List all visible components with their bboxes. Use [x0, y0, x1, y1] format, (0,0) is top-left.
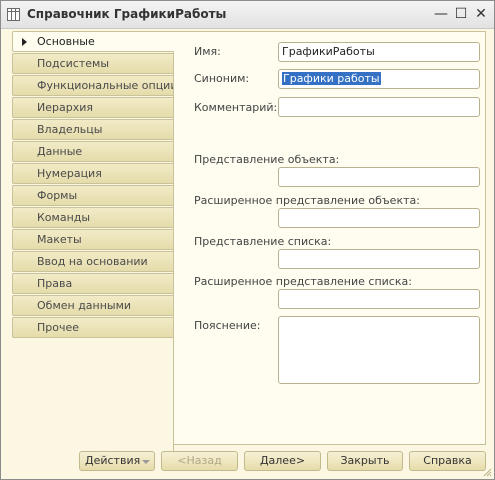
name-label: Имя: — [194, 45, 221, 58]
sidebar-item-main[interactable]: Основные — [12, 31, 175, 52]
title-bar[interactable]: Справочник ГрафикиРаботы — ☐ ✕ — [1, 1, 494, 29]
sidebar-item-label: Иерархия — [37, 101, 93, 114]
sidebar-item-subsystems[interactable]: Подсистемы — [12, 53, 174, 74]
sidebar-item-label: Ввод на основании — [37, 255, 148, 268]
explanation-label: Пояснение: — [194, 319, 261, 332]
sidebar-item-owners[interactable]: Владельцы — [12, 119, 174, 140]
close-button[interactable]: Закрыть — [327, 451, 403, 471]
list-repr-field[interactable] — [278, 249, 480, 269]
ext-object-repr-label: Расширенное представление объекта: — [194, 194, 420, 207]
chevron-down-icon — [142, 460, 150, 464]
sidebar-item-label: Права — [37, 277, 73, 290]
back-button[interactable]: <Назад — [161, 451, 238, 471]
name-field[interactable]: ГрафикиРаботы — [278, 42, 480, 62]
synonym-value: Графики работы — [282, 72, 381, 85]
sidebar-item-commands[interactable]: Команды — [12, 207, 174, 228]
sidebar-item-label: Обмен данными — [37, 299, 132, 312]
sidebar-item-label: Владельцы — [37, 123, 103, 136]
minimize-icon[interactable]: — — [433, 6, 449, 22]
close-icon[interactable]: ✕ — [473, 6, 489, 22]
sidebar-item-functional-options[interactable]: Функциональные опции — [12, 75, 174, 96]
actions-dropdown[interactable]: Действия — [79, 451, 155, 471]
resize-grip-icon[interactable] — [482, 467, 492, 477]
sidebar-item-label: Подсистемы — [37, 57, 110, 70]
dialog-window: Справочник ГрафикиРаботы — ☐ ✕ Основные … — [0, 0, 495, 480]
sidebar-item-templates[interactable]: Макеты — [12, 229, 174, 250]
sidebar-item-data[interactable]: Данные — [12, 141, 174, 162]
main-panel: Имя: ГрафикиРаботы Синоним: Графики рабо… — [174, 31, 486, 445]
sidebar-item-rights[interactable]: Права — [12, 273, 174, 294]
list-repr-label: Представление списка: — [194, 235, 332, 248]
help-button[interactable]: Справка — [409, 451, 486, 471]
sidebar-item-hierarchy[interactable]: Иерархия — [12, 97, 174, 118]
sidebar-item-label: Данные — [37, 145, 83, 158]
maximize-icon[interactable]: ☐ — [453, 6, 469, 22]
sidebar-item-label: Макеты — [37, 233, 82, 246]
ext-list-repr-field[interactable] — [278, 289, 480, 309]
sidebar-item-forms[interactable]: Формы — [12, 185, 174, 206]
object-repr-label: Представление объекта: — [194, 153, 340, 166]
sidebar-item-data-exchange[interactable]: Обмен данными — [12, 295, 174, 316]
ext-list-repr-label: Расширенное представление списка: — [194, 275, 412, 288]
sidebar-item-label: Прочее — [37, 321, 80, 334]
explanation-textarea[interactable] — [278, 316, 480, 384]
sidebar-item-input-by-string[interactable]: Ввод на основании — [12, 251, 174, 272]
current-item-arrow-icon — [22, 38, 27, 46]
window-title: Справочник ГрафикиРаботы — [27, 7, 227, 21]
actions-label: Действия — [85, 454, 141, 467]
sidebar-item-label: Функциональные опции — [37, 79, 174, 92]
sidebar-item-label: Нумерация — [37, 167, 102, 180]
ext-object-repr-field[interactable] — [278, 208, 480, 228]
catalog-icon — [7, 8, 20, 21]
sidebar-item-numbering[interactable]: Нумерация — [12, 163, 174, 184]
synonym-field[interactable]: Графики работы — [278, 69, 480, 89]
comment-field[interactable] — [278, 97, 480, 117]
comment-label: Комментарий: — [194, 101, 278, 114]
sidebar-item-label: Формы — [37, 189, 78, 202]
sidebar-item-other[interactable]: Прочее — [12, 317, 174, 338]
sidebar-item-label: Команды — [37, 211, 91, 224]
object-repr-field[interactable] — [278, 167, 480, 187]
synonym-label: Синоним: — [194, 72, 250, 85]
sidebar-nav: Основные Подсистемы Функциональные опции… — [12, 31, 175, 453]
sidebar-item-label: Основные — [37, 35, 95, 48]
next-button[interactable]: Далее> — [244, 451, 321, 471]
